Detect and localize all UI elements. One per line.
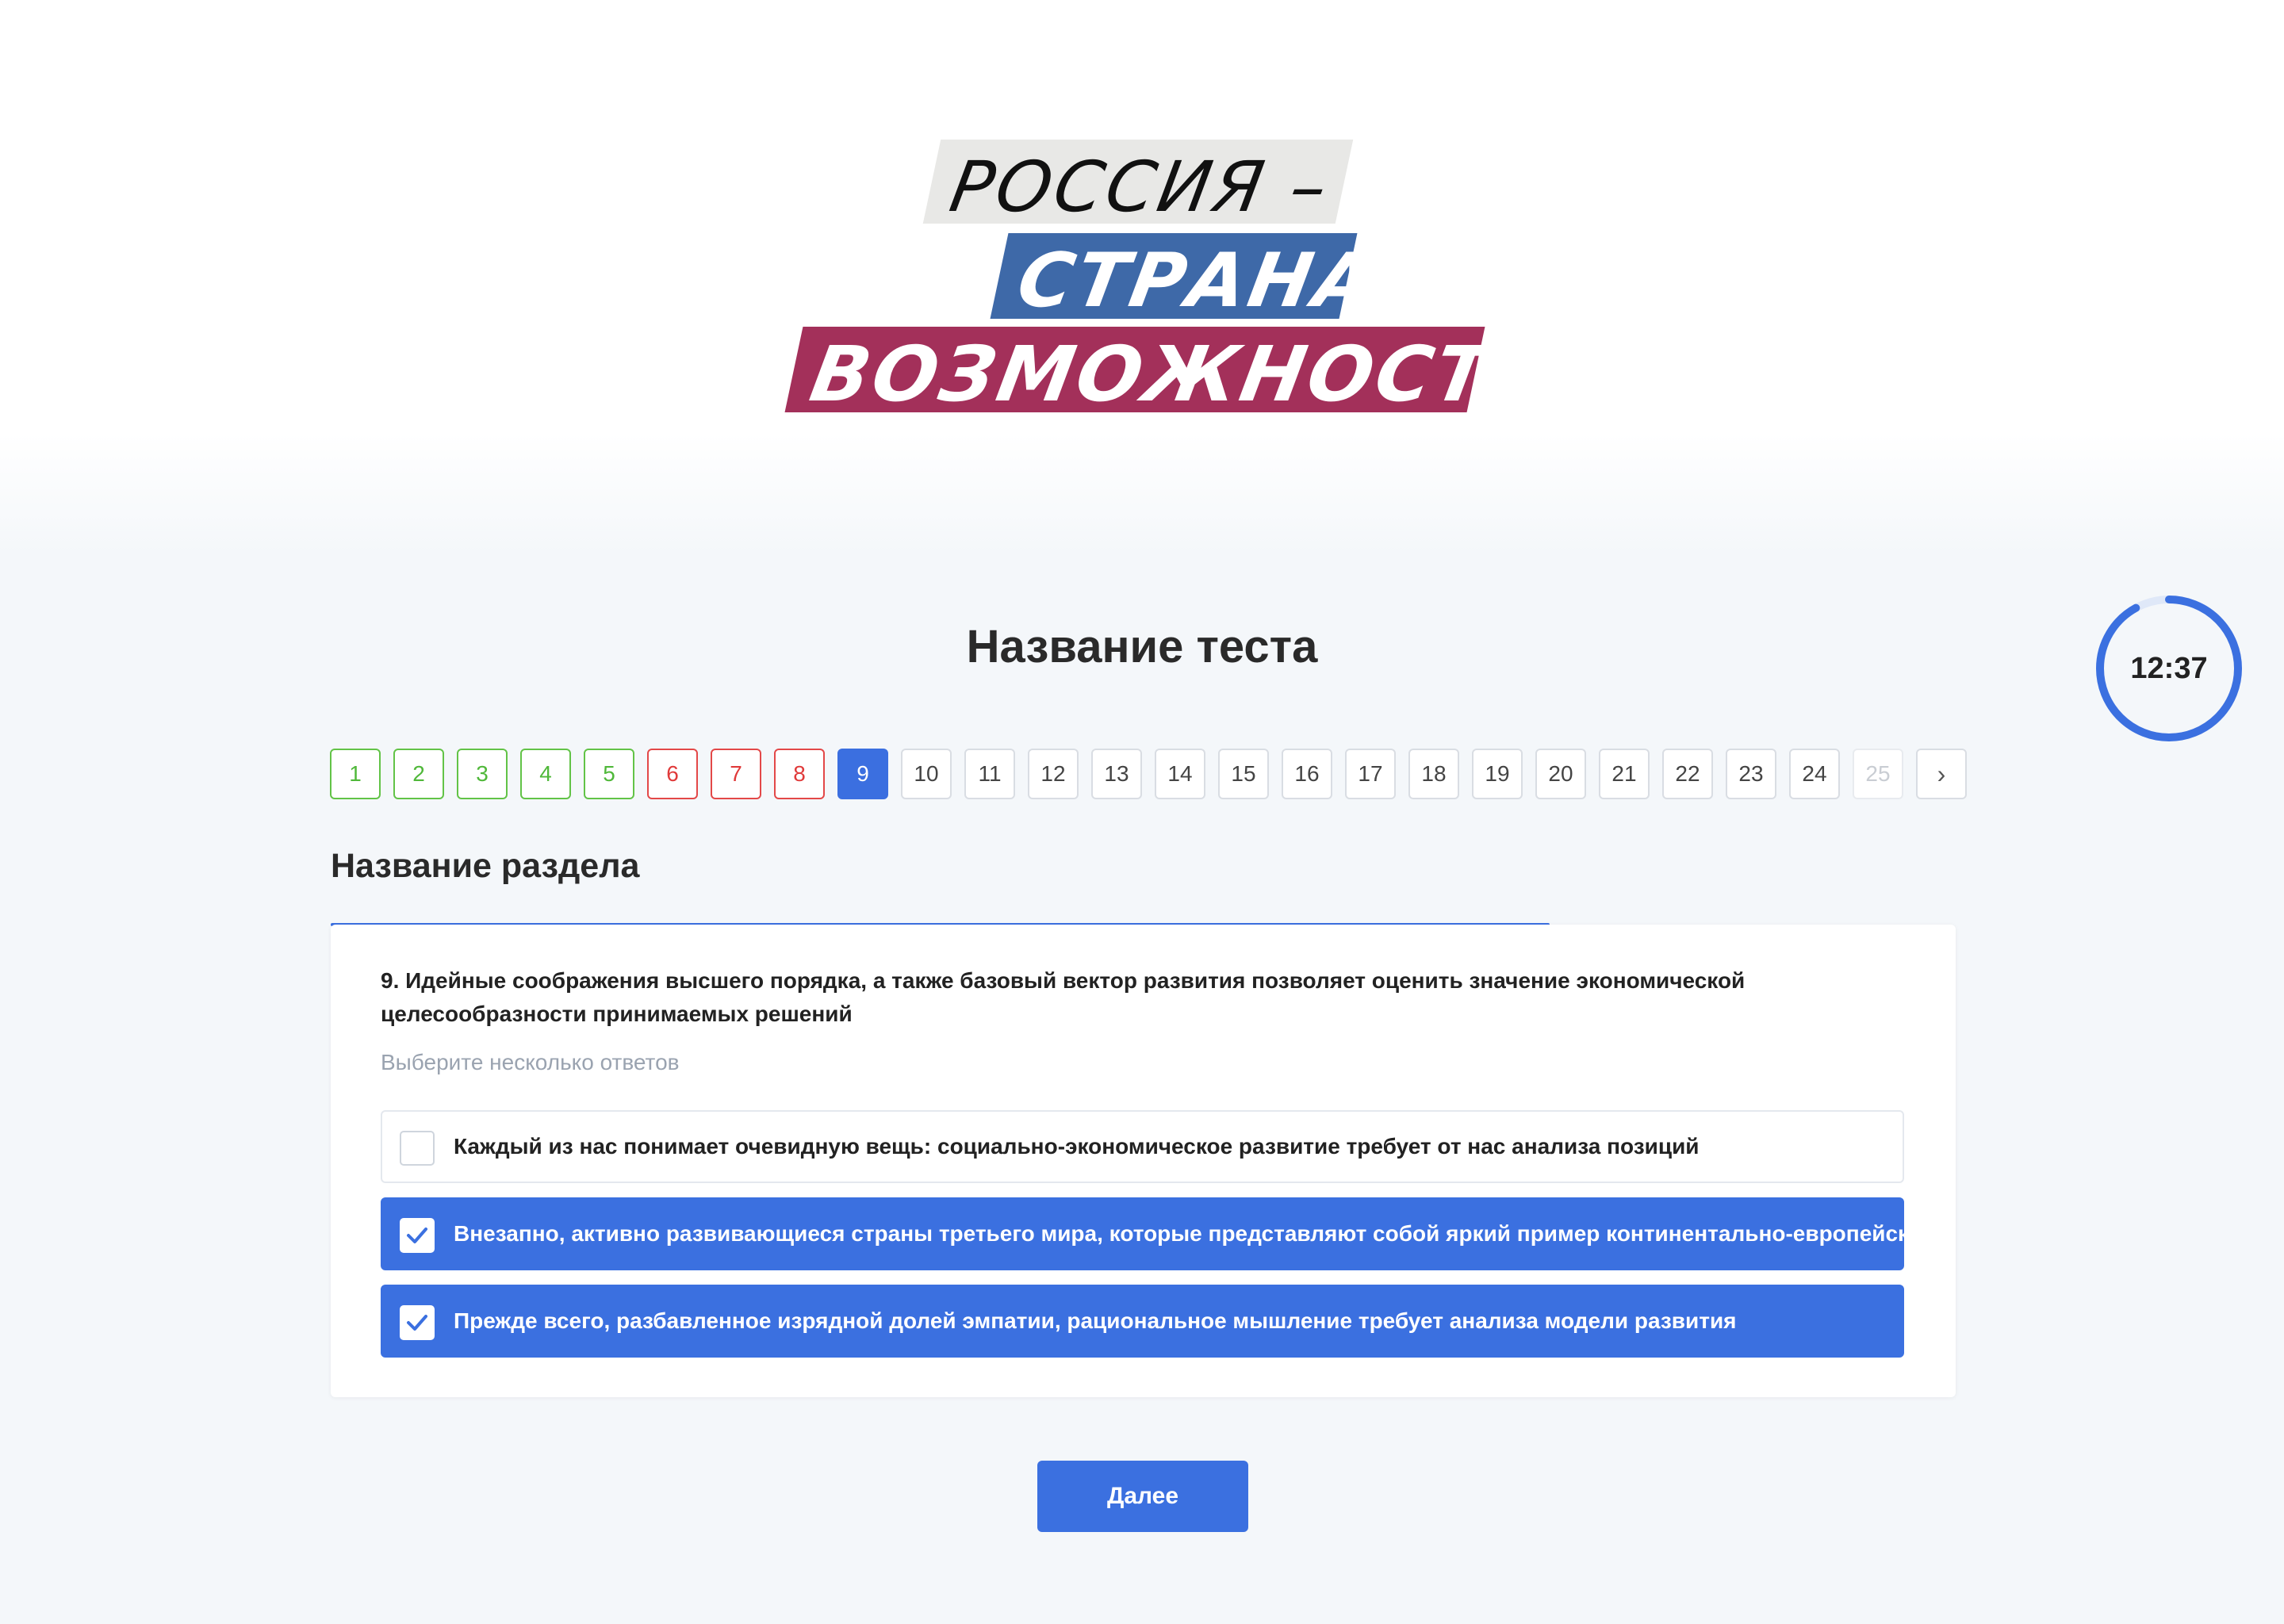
page-item-2[interactable]: 2 xyxy=(393,749,444,799)
page-item-12[interactable]: 12 xyxy=(1028,749,1079,799)
checkbox-checked-icon[interactable] xyxy=(400,1305,435,1340)
page-item-22[interactable]: 22 xyxy=(1662,749,1713,799)
answer-option[interactable]: Каждый из нас понимает очевидную вещь: с… xyxy=(381,1110,1904,1183)
page-item-1[interactable]: 1 xyxy=(330,749,381,799)
page-item-8[interactable]: 8 xyxy=(774,749,825,799)
page-item-25[interactable]: 25 xyxy=(1853,749,1903,799)
page-item-9[interactable]: 9 xyxy=(837,749,888,799)
question-card: 9. Идейные соображения высшего порядка, … xyxy=(331,925,1956,1397)
page-item-5[interactable]: 5 xyxy=(584,749,634,799)
section-title: Название раздела xyxy=(331,847,640,885)
answer-option[interactable]: Прежде всего, разбавленное изрядной доле… xyxy=(381,1285,1904,1358)
question-text: 9. Идейные соображения высшего порядка, … xyxy=(381,968,1746,1026)
page-item-13[interactable]: 13 xyxy=(1091,749,1142,799)
logo-band-country: СТРАНА xyxy=(990,233,1384,324)
logo-band-russia: РОССИЯ – xyxy=(922,140,1354,228)
question-hint: Выберите несколько ответов xyxy=(381,1050,680,1074)
page-item-6[interactable]: 6 xyxy=(647,749,698,799)
page-item-16[interactable]: 16 xyxy=(1282,749,1332,799)
header: РОССИЯ – СТРАНА ВОЗМОЖНОСТЕЙ xyxy=(0,0,2284,555)
page-item-14[interactable]: 14 xyxy=(1155,749,1205,799)
logo-band-opportunities: ВОЗМОЖНОСТЕЙ xyxy=(784,327,1620,419)
page-item-3[interactable]: 3 xyxy=(457,749,508,799)
answer-option[interactable]: Внезапно, активно развивающиеся страны т… xyxy=(381,1197,1945,1270)
logo-line-3: ВОЗМОЖНОСТЕЙ xyxy=(803,330,1621,419)
answer-option-label: Прежде всего, разбавленное изрядной доле… xyxy=(454,1308,1737,1333)
logo-line-2: СТРАНА xyxy=(1011,238,1384,324)
page-item-21[interactable]: 21 xyxy=(1599,749,1650,799)
answer-option-label: Каждый из нас понимает очевидную вещь: с… xyxy=(454,1134,1700,1159)
checkbox-empty-icon[interactable] xyxy=(400,1131,435,1166)
page-item-11[interactable]: 11 xyxy=(964,749,1015,799)
chevron-right-icon[interactable]: › xyxy=(1916,749,1967,799)
page-item-19[interactable]: 19 xyxy=(1472,749,1523,799)
page-item-15[interactable]: 15 xyxy=(1218,749,1269,799)
page-item-7[interactable]: 7 xyxy=(711,749,761,799)
test-title: Название теста xyxy=(966,621,1318,672)
page-item-10[interactable]: 10 xyxy=(901,749,952,799)
page-item-4[interactable]: 4 xyxy=(520,749,571,799)
page-item-17[interactable]: 17 xyxy=(1345,749,1396,799)
checkbox-checked-icon[interactable] xyxy=(400,1218,435,1253)
logo: РОССИЯ – СТРАНА ВОЗМОЖНОСТЕЙ xyxy=(773,135,1620,420)
next-button[interactable]: Далее xyxy=(1037,1461,1248,1532)
timer-value: 12:37 xyxy=(2130,652,2208,685)
page-item-20[interactable]: 20 xyxy=(1535,749,1586,799)
page-item-18[interactable]: 18 xyxy=(1408,749,1459,799)
timer: 12:37 xyxy=(2094,593,2244,744)
page-item-24[interactable]: 24 xyxy=(1789,749,1840,799)
answer-option-label: Внезапно, активно развивающиеся страны т… xyxy=(454,1221,1945,1246)
logo-line-1: РОССИЯ – xyxy=(944,146,1337,228)
page-item-23[interactable]: 23 xyxy=(1726,749,1776,799)
